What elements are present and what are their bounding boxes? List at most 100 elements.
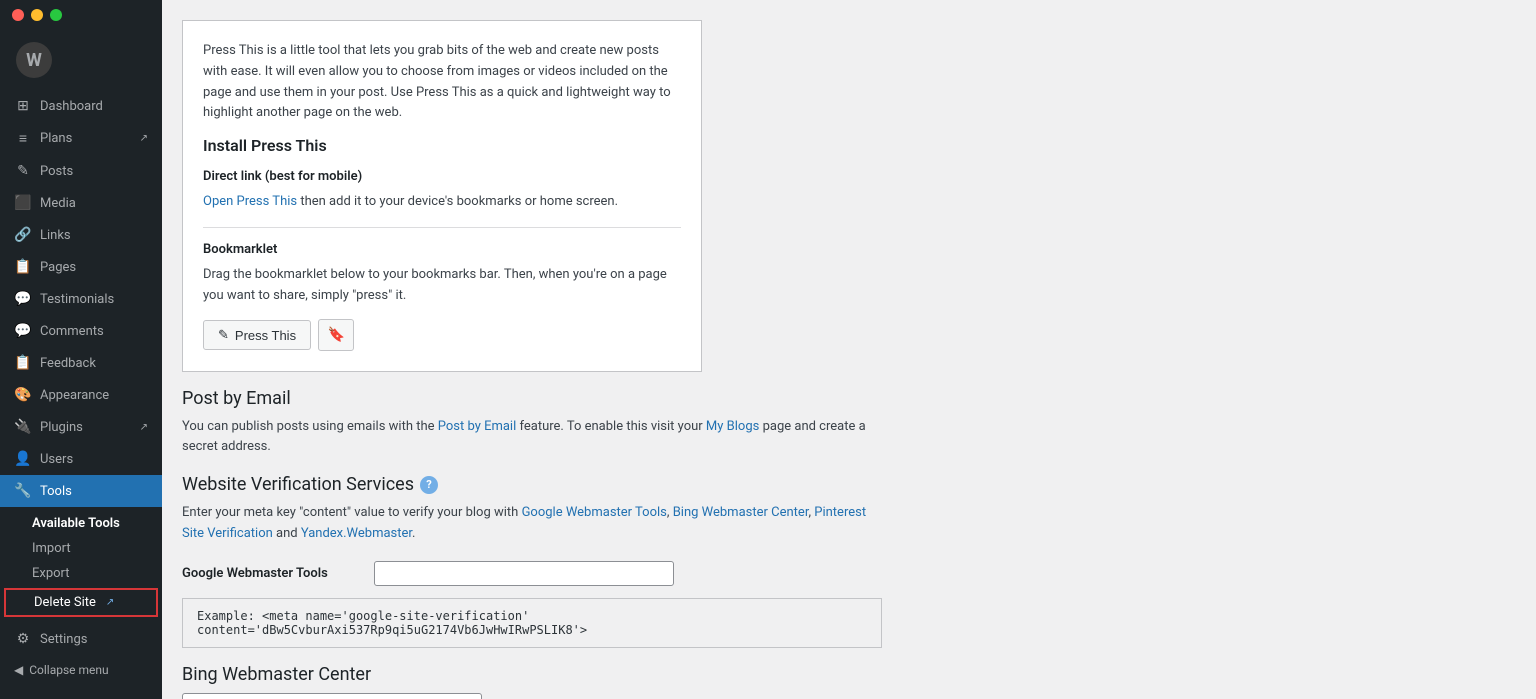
pages-icon: 📋 [14, 259, 32, 275]
my-blogs-link[interactable]: My Blogs [706, 419, 759, 434]
sidebar-item-plans[interactable]: ≡ Plans ↗ [0, 122, 162, 155]
main-content: Press This is a little tool that lets yo… [162, 0, 1536, 699]
verif-text-before: Enter your meta key "content" value to v… [182, 505, 518, 520]
sidebar-label-media: Media [40, 196, 76, 211]
sidebar-item-testimonials[interactable]: 💬 Testimonials [0, 283, 162, 315]
google-input[interactable] [374, 561, 674, 586]
press-this-box: Press This is a little tool that lets yo… [182, 20, 702, 372]
sidebar-item-comments[interactable]: 💬 Comments [0, 315, 162, 347]
yandex-link[interactable]: Yandex.Webmaster [301, 526, 412, 541]
comments-icon: 💬 [14, 323, 32, 339]
plans-icon: ≡ [14, 130, 32, 147]
sidebar-label-users: Users [40, 452, 73, 467]
sidebar-label-testimonials: Testimonials [40, 292, 114, 307]
settings-icon: ⚙ [14, 631, 32, 647]
dashboard-icon: ⊞ [14, 98, 32, 114]
verif-text-and: and [276, 526, 298, 541]
delete-site-highlight: Delete Site ↗ [4, 588, 158, 617]
bing-section: Bing Webmaster Center [182, 664, 882, 699]
sidebar-label-appearance: Appearance [40, 388, 109, 403]
bookmarklet-desc: Drag the bookmarklet below to your bookm… [203, 265, 681, 307]
sidebar-item-pages[interactable]: 📋 Pages [0, 251, 162, 283]
minimize-button[interactable] [31, 9, 43, 21]
verification-description: Enter your meta key "content" value to v… [182, 503, 882, 545]
links-icon: 🔗 [14, 227, 32, 243]
maximize-button[interactable] [50, 9, 62, 21]
sidebar-label-settings: Settings [40, 632, 87, 647]
sidebar-item-dashboard[interactable]: ⊞ Dashboard [0, 90, 162, 122]
post-by-email-heading: Post by Email [182, 388, 882, 409]
bookmark-icon: 🔖 [328, 326, 345, 343]
section-divider [203, 227, 681, 228]
import-label: Import [32, 541, 71, 556]
wp-logo: W [16, 42, 52, 78]
pbe-text-middle: feature. To enable this visit your [520, 419, 703, 434]
sidebar-label-tools: Tools [40, 484, 72, 499]
sidebar-item-posts[interactable]: ✎ Posts [0, 155, 162, 187]
testimonials-icon: 💬 [14, 291, 32, 307]
collapse-menu[interactable]: ◀ Collapse menu [0, 655, 162, 685]
appearance-icon: 🎨 [14, 387, 32, 403]
post-by-email-link[interactable]: Post by Email [438, 419, 517, 434]
sidebar-label-plans: Plans [40, 131, 72, 146]
tools-icon: 🔧 [14, 483, 32, 499]
google-webmaster-tools-link[interactable]: Google Webmaster Tools [522, 505, 667, 520]
feedback-icon: 📋 [14, 355, 32, 371]
sidebar-sub-export[interactable]: Export [0, 561, 162, 586]
sidebar-sub-import[interactable]: Import [0, 536, 162, 561]
verif-text-end: . [412, 526, 415, 541]
bing-input[interactable] [182, 693, 482, 699]
bing-heading: Bing Webmaster Center [182, 664, 882, 685]
sidebar-item-settings[interactable]: ⚙ Settings [0, 623, 162, 655]
post-by-email-text: You can publish posts using emails with … [182, 417, 882, 459]
google-form-row: Google Webmaster Tools [182, 561, 882, 586]
sidebar-sub-delete-site[interactable]: Delete Site ↗ [6, 590, 156, 615]
direct-link-heading: Direct link (best for mobile) [203, 169, 681, 184]
wp-logo-area: W [0, 30, 162, 90]
verif-sep2: , [808, 505, 811, 520]
sidebar-item-media[interactable]: ⬛ Media [0, 187, 162, 219]
plugins-external-icon: ↗ [140, 422, 148, 433]
window-chrome [0, 0, 162, 30]
post-by-email-section: Post by Email You can publish posts usin… [182, 388, 882, 459]
users-icon: 👤 [14, 451, 32, 467]
sidebar-item-plugins[interactable]: 🔌 Plugins ↗ [0, 411, 162, 443]
sidebar-label-plugins: Plugins [40, 420, 83, 435]
posts-icon: ✎ [14, 163, 32, 179]
google-form-label: Google Webmaster Tools [182, 566, 362, 581]
direct-link-text: Open Press This then add it to your devi… [203, 192, 681, 213]
google-example-box: Example: <meta name='google-site-verific… [182, 598, 882, 648]
sidebar-label-dashboard: Dashboard [40, 99, 103, 114]
collapse-label: Collapse menu [29, 663, 108, 677]
press-this-button[interactable]: ✎ Press This [203, 320, 311, 350]
sidebar-item-feedback[interactable]: 📋 Feedback [0, 347, 162, 379]
verification-heading-text: Website Verification Services [182, 474, 414, 495]
pbe-text-before: You can publish posts using emails with … [182, 419, 435, 434]
sidebar-sub-available-tools[interactable]: Available Tools [0, 511, 162, 536]
press-this-btn-icon: ✎ [218, 327, 229, 343]
sidebar-label-links: Links [40, 228, 71, 243]
sidebar-item-appearance[interactable]: 🎨 Appearance [0, 379, 162, 411]
verification-help-icon[interactable]: ? [420, 476, 438, 494]
close-button[interactable] [12, 9, 24, 21]
open-press-this-link[interactable]: Open Press This [203, 194, 297, 209]
sidebar-item-users[interactable]: 👤 Users [0, 443, 162, 475]
bookmarklet-icon-button[interactable]: 🔖 [318, 319, 354, 351]
media-icon: ⬛ [14, 195, 32, 211]
plans-external-icon: ↗ [140, 133, 148, 144]
sidebar-sub-delete-site-wrapper: Delete Site ↗ [0, 588, 162, 617]
collapse-arrow-icon: ◀ [14, 663, 23, 677]
sidebar-label-comments: Comments [40, 324, 104, 339]
google-example-text: Example: <meta name='google-site-verific… [197, 609, 587, 637]
bing-webmaster-link[interactable]: Bing Webmaster Center [673, 505, 809, 520]
sidebar-item-tools[interactable]: 🔧 Tools [0, 475, 162, 507]
bing-form-row [182, 693, 882, 699]
bookmarklet-buttons: ✎ Press This 🔖 [203, 319, 681, 351]
sidebar-label-posts: Posts [40, 164, 73, 179]
verif-sep1: , [667, 505, 670, 520]
delete-site-label: Delete Site [34, 595, 96, 610]
verification-heading: Website Verification Services ? [182, 474, 882, 495]
sidebar-item-links[interactable]: 🔗 Links [0, 219, 162, 251]
delete-site-external-icon: ↗ [106, 597, 114, 608]
bookmarklet-heading: Bookmarklet [203, 242, 681, 257]
